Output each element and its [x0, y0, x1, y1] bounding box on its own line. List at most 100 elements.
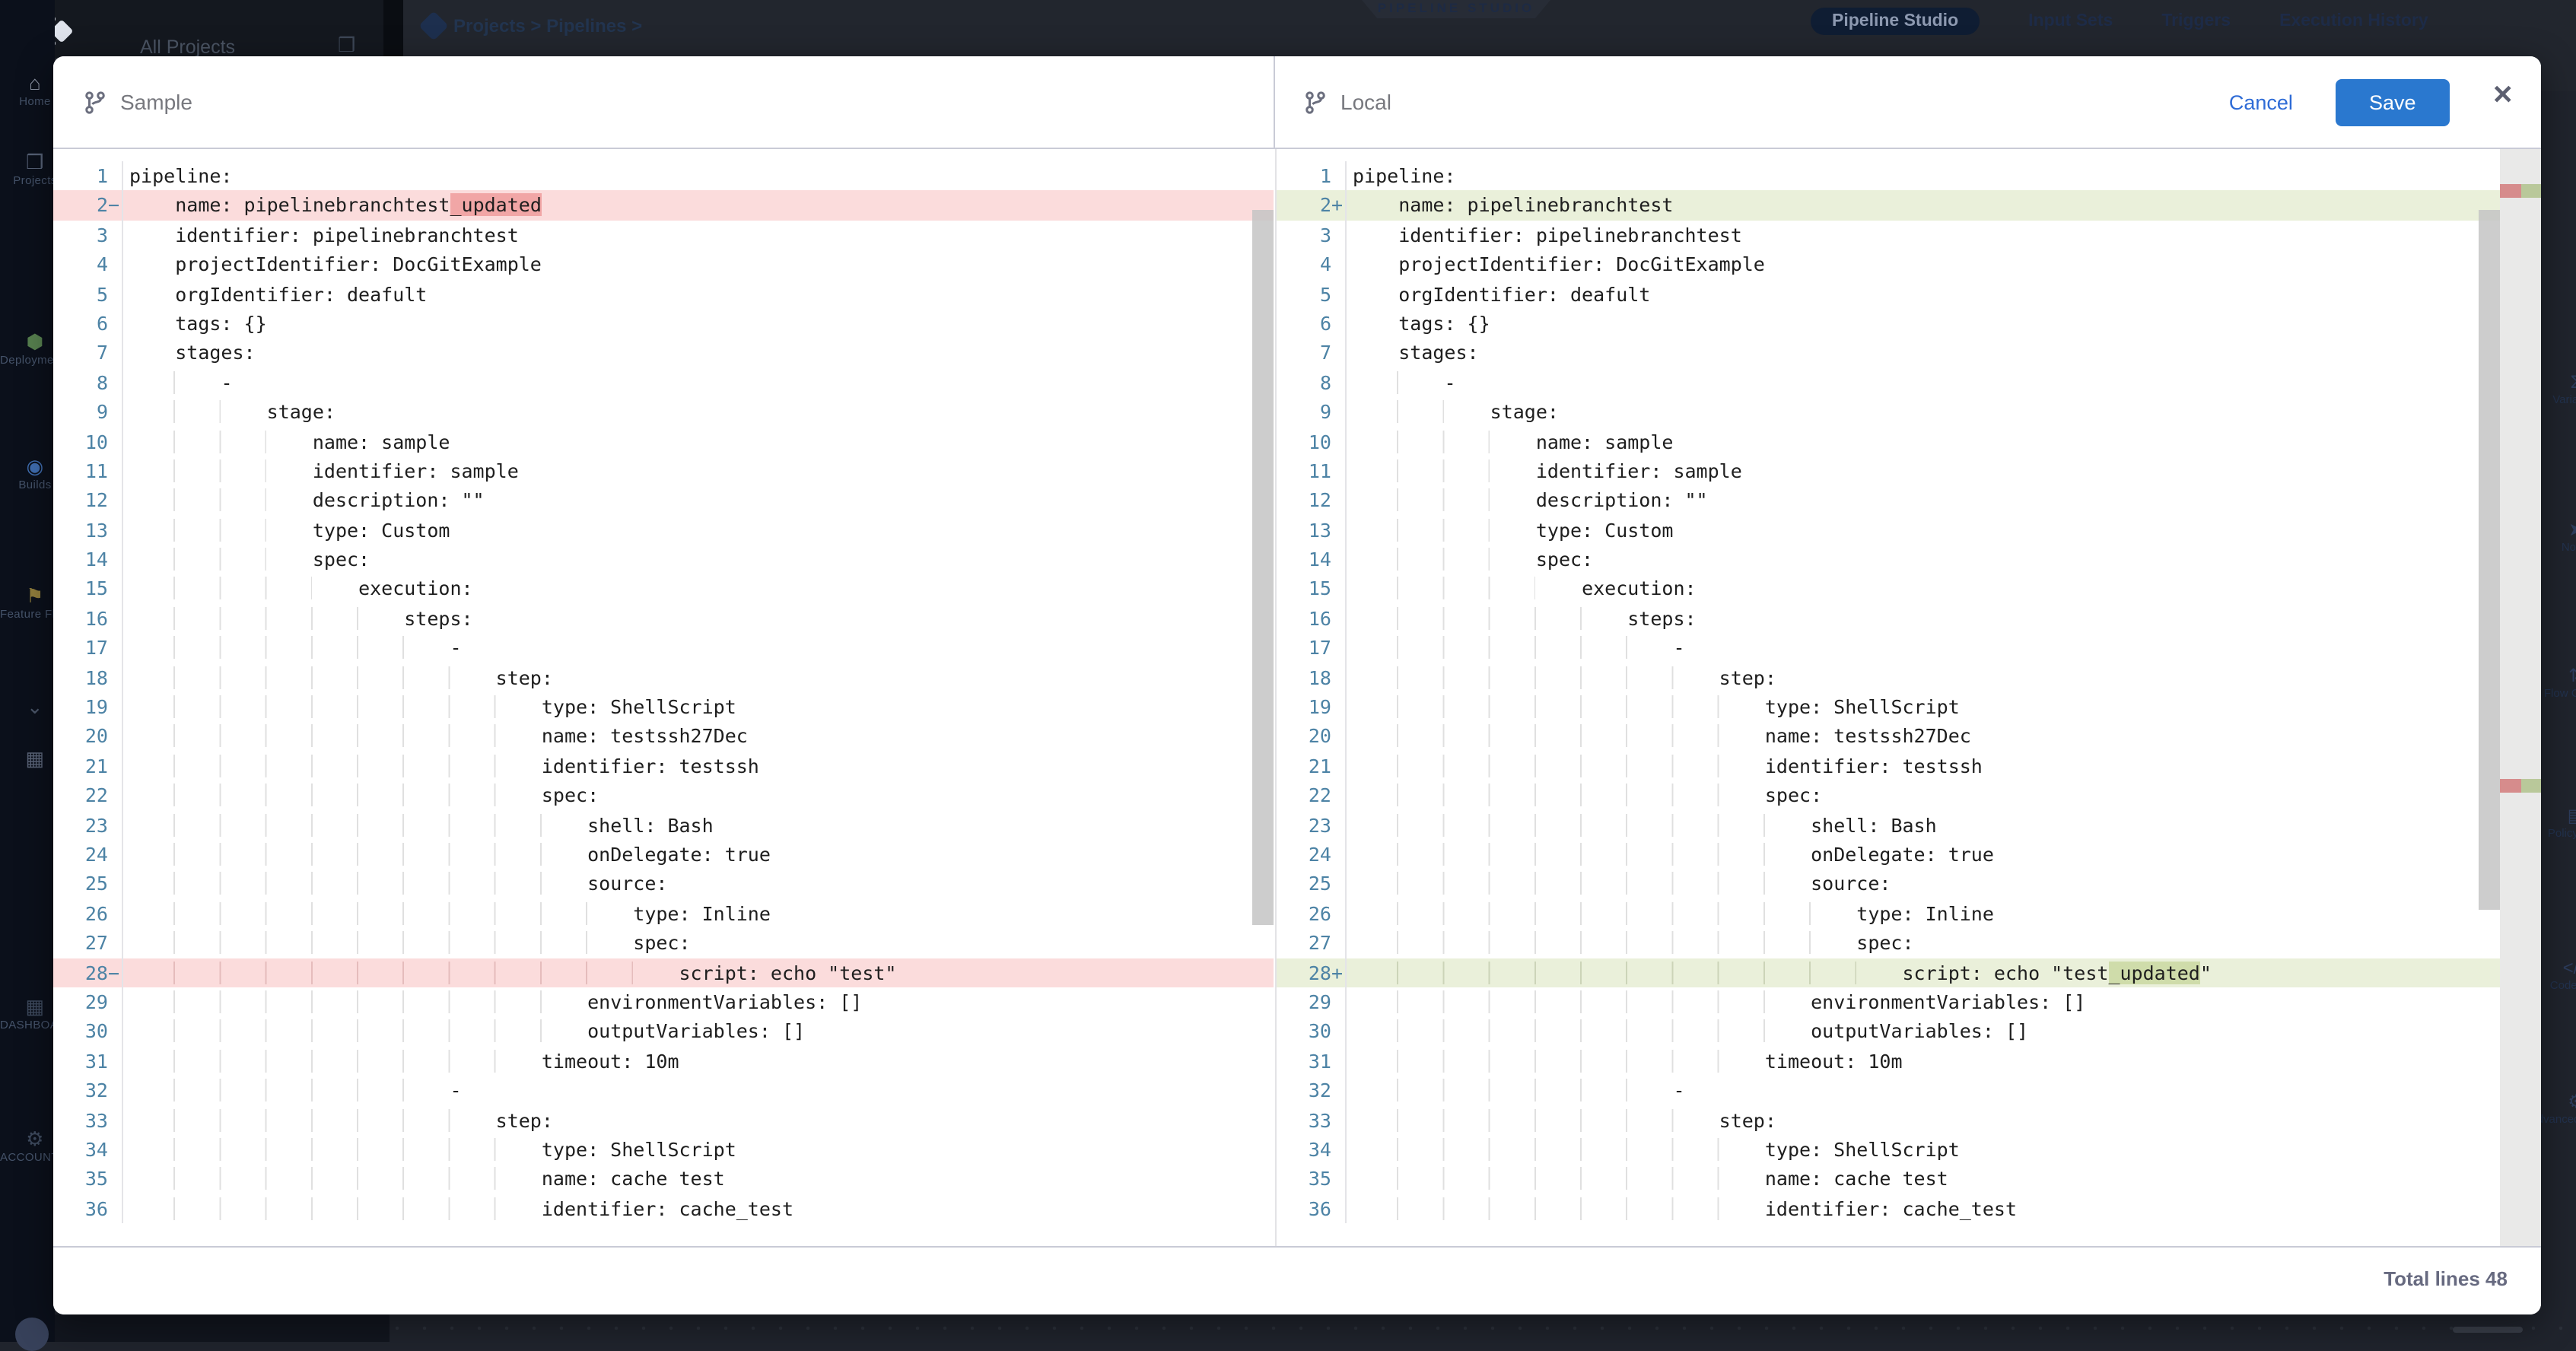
ruler-marker-deleted[interactable] — [2500, 779, 2521, 793]
code-line-35[interactable]: 35 name: cache test — [1277, 1165, 2500, 1194]
code-line-16[interactable]: 16 steps: — [1277, 604, 2500, 634]
code-line-13[interactable]: 13 type: Custom — [53, 515, 1274, 545]
cancel-button[interactable]: Cancel — [2229, 91, 2293, 113]
code-line-32[interactable]: 32 - — [1277, 1076, 2500, 1105]
code-line-31[interactable]: 31 timeout: 10m — [1277, 1046, 2500, 1076]
code-line-14[interactable]: 14 spec: — [53, 545, 1274, 574]
sidebar-item-chevron-down-icon[interactable]: ⌄ — [0, 697, 55, 718]
code-line-28[interactable]: 28+ script: echo "test_updated" — [1277, 958, 2500, 987]
rail-item-flow-control[interactable]: ⇅Flow Control — [2539, 666, 2576, 700]
code-line-30[interactable]: 30 outputVariables: [] — [1277, 1017, 2500, 1047]
rail-item-notify[interactable]: ➤Notify — [2539, 520, 2576, 554]
code-line-17[interactable]: 17 - — [53, 634, 1274, 663]
code-line-7[interactable]: 7 stages: — [53, 339, 1274, 368]
code-line-34[interactable]: 34 type: ShellScript — [53, 1135, 1274, 1165]
code-line-7[interactable]: 7 stages: — [1277, 339, 2500, 368]
code-line-23[interactable]: 23 shell: Bash — [53, 810, 1274, 840]
code-line-23[interactable]: 23 shell: Bash — [1277, 810, 2500, 840]
left-editor-scrollbar[interactable] — [1252, 149, 1274, 1246]
canvas-hscrollbar[interactable] — [2453, 1327, 2523, 1333]
breadcrumb-text[interactable]: Projects > Pipelines > — [453, 15, 642, 37]
code-line-21[interactable]: 21 identifier: testssh — [53, 752, 1274, 781]
code-line-11[interactable]: 11 identifier: sample — [53, 456, 1274, 486]
code-line-4[interactable]: 4 projectIdentifier: DocGitExample — [53, 250, 1274, 279]
code-line-1[interactable]: 1pipeline: — [53, 161, 1274, 191]
code-line-19[interactable]: 19 type: ShellScript — [1277, 692, 2500, 722]
tab-triggers[interactable]: Triggers — [2161, 12, 2231, 30]
sidebar-item-account-settings[interactable]: ⚙ACCOUNT SETTINGS — [0, 1129, 55, 1164]
code-line-18[interactable]: 18 step: — [1277, 663, 2500, 692]
code-line-12[interactable]: 12 description: "" — [53, 486, 1274, 516]
code-line-29[interactable]: 29 environmentVariables: [] — [1277, 987, 2500, 1017]
breadcrumb[interactable]: Projects > Pipelines > — [423, 15, 642, 37]
code-line-33[interactable]: 33 step: — [53, 1105, 1274, 1135]
code-line-26[interactable]: 26 type: Inline — [53, 899, 1274, 929]
code-line-19[interactable]: 19 type: ShellScript — [53, 692, 1274, 722]
code-line-20[interactable]: 20 name: testssh27Dec — [1277, 722, 2500, 752]
all-projects-dropdown[interactable]: All Projects — [140, 37, 235, 58]
code-line-36[interactable]: 36 identifier: cache_test — [53, 1194, 1274, 1223]
code-line-3[interactable]: 3 identifier: pipelinebranchtest — [53, 221, 1274, 250]
code-line-22[interactable]: 22 spec: — [1277, 780, 2500, 810]
code-line-6[interactable]: 6 tags: {} — [1277, 309, 2500, 339]
code-line-27[interactable]: 27 spec: — [1277, 928, 2500, 958]
code-line-5[interactable]: 5 orgIdentifier: deafult — [53, 279, 1274, 309]
code-line-35[interactable]: 35 name: cache test — [53, 1165, 1274, 1194]
code-line-9[interactable]: 9 stage: — [1277, 397, 2500, 427]
code-line-29[interactable]: 29 environmentVariables: [] — [53, 987, 1274, 1017]
code-line-24[interactable]: 24 onDelegate: true — [1277, 840, 2500, 869]
code-line-22[interactable]: 22 spec: — [53, 780, 1274, 810]
sidebar-item-dashboards[interactable]: ▦DASHBOARDS — [0, 997, 55, 1032]
code-line-2[interactable]: 2− name: pipelinebranchtest_updated — [53, 191, 1274, 221]
sidebar-item-builds[interactable]: ◉Builds — [0, 456, 55, 491]
code-line-15[interactable]: 15 execution: — [1277, 574, 2500, 604]
code-line-10[interactable]: 10 name: sample — [53, 427, 1274, 456]
right-editor-scrollbar[interactable] — [2479, 149, 2500, 1246]
code-line-8[interactable]: 8 - — [1277, 367, 2500, 397]
save-button[interactable]: Save — [2336, 78, 2450, 126]
code-line-25[interactable]: 25 source: — [1277, 869, 2500, 899]
code-line-31[interactable]: 31 timeout: 10m — [53, 1046, 1274, 1076]
code-line-17[interactable]: 17 - — [1277, 634, 2500, 663]
rail-item-variables[interactable]: ΣVariables — [2539, 373, 2576, 406]
code-line-11[interactable]: 11 identifier: sample — [1277, 456, 2500, 486]
code-line-24[interactable]: 24 onDelegate: true — [53, 840, 1274, 869]
diff-overview-ruler[interactable] — [2500, 149, 2541, 1246]
code-line-15[interactable]: 15 execution: — [53, 574, 1274, 604]
code-line-32[interactable]: 32 - — [53, 1076, 1274, 1105]
code-line-2[interactable]: 2+ name: pipelinebranchtest — [1277, 191, 2500, 221]
avatar[interactable] — [15, 1318, 49, 1351]
code-line-18[interactable]: 18 step: — [53, 663, 1274, 692]
scrollbar-thumb[interactable] — [1252, 210, 1274, 925]
code-line-21[interactable]: 21 identifier: testssh — [1277, 752, 2500, 781]
diff-editor-original[interactable]: 1pipeline:2− name: pipelinebranchtest_up… — [53, 149, 1274, 1246]
code-line-5[interactable]: 5 orgIdentifier: deafult — [1277, 279, 2500, 309]
code-line-25[interactable]: 25 source: — [53, 869, 1274, 899]
sidebar-item-feature-flags[interactable]: ⚑Feature Flags — [0, 586, 55, 621]
code-line-4[interactable]: 4 projectIdentifier: DocGitExample — [1277, 250, 2500, 279]
ruler-marker-deleted[interactable] — [2500, 184, 2521, 198]
rail-item-advanced-options[interactable]: ⚙Advanced Options — [2539, 1092, 2576, 1126]
code-line-33[interactable]: 33 step: — [1277, 1105, 2500, 1135]
code-line-3[interactable]: 3 identifier: pipelinebranchtest — [1277, 221, 2500, 250]
code-line-26[interactable]: 26 type: Inline — [1277, 899, 2500, 929]
code-line-28[interactable]: 28− script: echo "test" — [53, 958, 1274, 987]
sidebar-item-projects[interactable]: ❒Projects — [0, 152, 55, 187]
code-line-34[interactable]: 34 type: ShellScript — [1277, 1135, 2500, 1165]
sidebar-item-module-grid-icon[interactable]: ▦ — [0, 749, 55, 770]
code-line-27[interactable]: 27 spec: — [53, 928, 1274, 958]
code-line-14[interactable]: 14 spec: — [1277, 545, 2500, 574]
diff-editor-modified[interactable]: 1pipeline:2+ name: pipelinebranchtest3 i… — [1275, 149, 2541, 1246]
code-line-1[interactable]: 1pipeline: — [1277, 161, 2500, 191]
code-line-13[interactable]: 13 type: Custom — [1277, 515, 2500, 545]
rail-item-codebase[interactable]: </>Codebase — [2539, 958, 2576, 992]
scrollbar-thumb[interactable] — [2479, 210, 2500, 910]
tab-execution-history[interactable]: Execution History — [2279, 12, 2428, 30]
code-line-9[interactable]: 9 stage: — [53, 397, 1274, 427]
project-cube-icon[interactable]: ❒ — [338, 33, 355, 58]
close-icon[interactable]: ✕ — [2492, 82, 2514, 108]
code-line-8[interactable]: 8 - — [53, 367, 1274, 397]
tab-input-sets[interactable]: Input Sets — [2028, 12, 2113, 30]
code-line-6[interactable]: 6 tags: {} — [53, 309, 1274, 339]
code-line-30[interactable]: 30 outputVariables: [] — [53, 1017, 1274, 1047]
